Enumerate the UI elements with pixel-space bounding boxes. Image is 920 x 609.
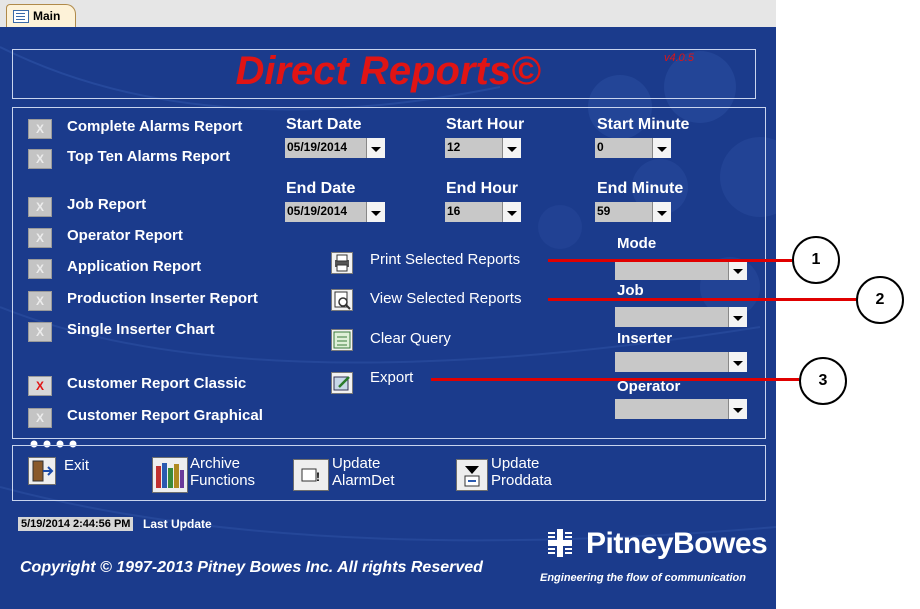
printer-icon[interactable] <box>331 252 353 274</box>
pitney-bowes-logo-icon <box>548 529 572 557</box>
job-report-label: Job Report <box>67 196 147 213</box>
mode-label: Mode <box>617 235 657 252</box>
chevron-down-icon[interactable] <box>366 202 385 222</box>
brand-name: PitneyBowes <box>586 527 768 560</box>
chevron-down-icon[interactable] <box>652 138 671 158</box>
svg-text:!: ! <box>316 470 320 484</box>
update-proddata-icon[interactable] <box>456 459 488 491</box>
version-label: v4.0.5 <box>664 52 694 64</box>
callout-line-2 <box>548 298 856 301</box>
callout-3: 3 <box>799 357 847 405</box>
update-alarm-icon[interactable]: ! <box>293 459 329 491</box>
start-date-label: Start Date <box>286 116 362 133</box>
archive-label-line1: Archive <box>190 455 241 472</box>
start-date-value: 05/19/2014 <box>287 140 348 154</box>
chevron-down-icon[interactable] <box>728 307 747 327</box>
operator-select[interactable] <box>615 399 747 419</box>
end-minute-label: End Minute <box>597 180 684 197</box>
archive-label-line2: Functions <box>190 472 256 489</box>
end-date-select[interactable]: 05/19/2014 <box>285 202 385 222</box>
update-proddata-button[interactable]: Update Proddata <box>491 455 552 489</box>
end-date-label: End Date <box>286 180 356 197</box>
archive-functions-button[interactable]: Archive Functions <box>190 455 255 489</box>
end-minute-select[interactable]: 59 <box>595 202 671 222</box>
form-icon <box>13 10 29 23</box>
application-report-label: Application Report <box>67 258 202 275</box>
end-date-value: 05/19/2014 <box>287 204 348 218</box>
update-alarmdet-button[interactable]: Update AlarmDet <box>332 455 395 489</box>
start-minute-select[interactable]: 0 <box>595 138 671 158</box>
start-hour-label: Start Hour <box>446 116 525 133</box>
job-select[interactable] <box>615 307 747 327</box>
start-hour-value: 12 <box>447 140 461 154</box>
chevron-down-icon[interactable] <box>652 202 671 222</box>
customer-graphical-label: Customer Report Graphical <box>67 407 263 424</box>
top-ten-alarms-label: Top Ten Alarms Report <box>67 148 231 165</box>
job-label: Job <box>617 282 644 299</box>
inserter-select[interactable] <box>615 352 747 372</box>
alarmdet-label-line1: Update <box>332 455 381 472</box>
callout-1: 1 <box>792 236 840 284</box>
proddata-label-line2: Proddata <box>491 472 552 489</box>
operator-report-label: Operator Report <box>67 227 183 244</box>
chevron-down-icon[interactable] <box>728 399 747 419</box>
end-minute-value: 59 <box>597 204 611 218</box>
last-update-timestamp: 5/19/2014 2:44:56 PM <box>18 517 134 531</box>
start-hour-select[interactable]: 12 <box>445 138 521 158</box>
end-hour-label: End Hour <box>446 180 518 197</box>
brand-tagline: Engineering the flow of communication <box>540 572 746 584</box>
proddata-label-line1: Update <box>491 455 540 472</box>
page-title: Direct Reports© <box>235 49 541 93</box>
single-inserter-label: Single Inserter Chart <box>67 321 215 338</box>
print-reports-button[interactable]: Print Selected Reports <box>370 251 520 268</box>
clear-query-icon[interactable] <box>331 329 353 351</box>
alarmdet-label-line2: AlarmDet <box>332 472 395 489</box>
mode-select[interactable] <box>615 260 747 280</box>
export-icon[interactable] <box>331 372 353 394</box>
splitter-handle[interactable] <box>30 435 82 448</box>
complete-alarms-label: Complete Alarms Report <box>67 118 243 135</box>
end-hour-value: 16 <box>447 204 461 218</box>
tab-bar: Main <box>0 0 776 27</box>
main-form: Direct Reports© v4.0.5 X Complete Alarms… <box>0 27 776 609</box>
top-ten-alarms-toggle[interactable]: X <box>28 149 52 169</box>
start-minute-value: 0 <box>597 140 604 154</box>
job-report-toggle[interactable]: X <box>28 197 52 217</box>
chevron-down-icon[interactable] <box>502 202 521 222</box>
start-minute-label: Start Minute <box>597 116 690 133</box>
inserter-label: Inserter <box>617 330 673 347</box>
end-hour-select[interactable]: 16 <box>445 202 521 222</box>
tab-main-label: Main <box>33 9 61 23</box>
last-update-label: Last Update <box>143 517 212 531</box>
single-inserter-toggle[interactable]: X <box>28 322 52 342</box>
customer-classic-toggle[interactable]: X <box>28 376 52 396</box>
chevron-down-icon[interactable] <box>366 138 385 158</box>
archive-books-icon[interactable] <box>152 457 188 493</box>
application-report-toggle[interactable]: X <box>28 259 52 279</box>
operator-report-toggle[interactable]: X <box>28 228 52 248</box>
callout-2: 2 <box>856 276 904 324</box>
chevron-down-icon[interactable] <box>502 138 521 158</box>
customer-classic-label: Customer Report Classic <box>67 375 247 392</box>
customer-graphical-toggle[interactable]: X <box>28 408 52 428</box>
exit-button[interactable]: Exit <box>64 457 89 474</box>
chevron-down-icon[interactable] <box>728 260 747 280</box>
exit-door-icon[interactable] <box>28 457 56 485</box>
view-reports-button[interactable]: View Selected Reports <box>370 290 521 307</box>
callout-line-3 <box>431 378 799 381</box>
chevron-down-icon[interactable] <box>728 352 747 372</box>
complete-alarms-toggle[interactable]: X <box>28 119 52 139</box>
start-date-select[interactable]: 05/19/2014 <box>285 138 385 158</box>
callout-line-1 <box>548 259 792 262</box>
export-button[interactable]: Export <box>370 369 413 386</box>
production-inserter-label: Production Inserter Report <box>67 290 258 307</box>
production-inserter-toggle[interactable]: X <box>28 291 52 311</box>
print-preview-icon[interactable] <box>331 289 353 311</box>
tab-main[interactable]: Main <box>6 4 76 27</box>
clear-query-button[interactable]: Clear Query <box>370 330 451 347</box>
copyright-text: Copyright © 1997-2013 Pitney Bowes Inc. … <box>20 559 483 576</box>
